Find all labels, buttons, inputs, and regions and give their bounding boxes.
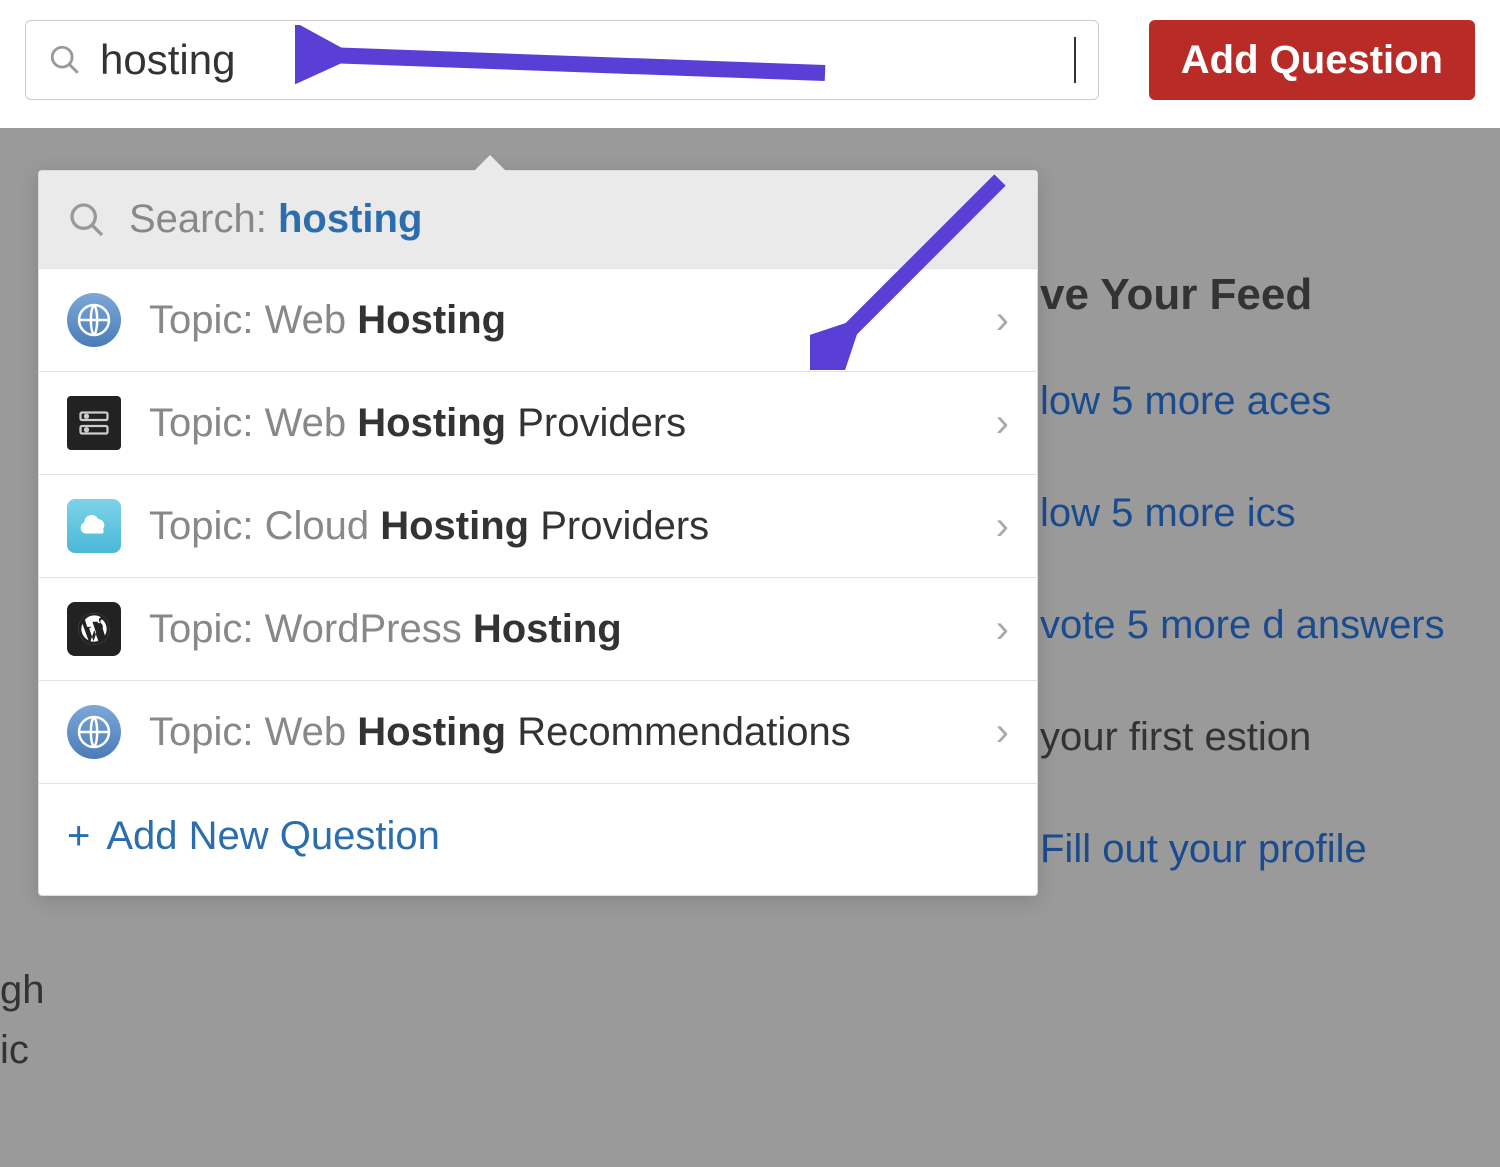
dropdown-item-label: Topic: Web Hosting Recommendations: [149, 710, 968, 755]
sidebar-item[interactable]: your first estion: [1040, 706, 1470, 768]
sidebar-item[interactable]: low 5 more ics: [1040, 482, 1470, 544]
sidebar-item[interactable]: Fill out your profile: [1040, 818, 1470, 880]
wordpress-icon: [67, 602, 121, 656]
dropdown-item-web-hosting-recommendations[interactable]: Topic: Web Hosting Recommendations ›: [39, 680, 1037, 783]
dropdown-item-label: Topic: Web Hosting Providers: [149, 401, 968, 446]
chevron-right-icon: ›: [996, 401, 1009, 446]
sidebar-item[interactable]: vote 5 more d answers: [1040, 594, 1470, 656]
dropdown-item-cloud-hosting-providers[interactable]: Topic: Cloud Hosting Providers ›: [39, 474, 1037, 577]
dropdown-search-row[interactable]: Search: hosting: [39, 171, 1037, 268]
dropdown-item-label: Topic: Cloud Hosting Providers: [149, 504, 968, 549]
left-text-fragment: gh ic: [0, 960, 45, 1080]
header-bar: hosting Add Question: [0, 0, 1500, 120]
server-icon: [67, 396, 121, 450]
search-icon: [48, 43, 82, 77]
search-input[interactable]: hosting: [100, 36, 1080, 84]
search-prefix: Search:: [129, 197, 267, 241]
chevron-right-icon: ›: [996, 710, 1009, 755]
dropdown-item-label: Topic: Web Hosting: [149, 298, 968, 343]
add-question-button[interactable]: Add Question: [1149, 20, 1475, 100]
sidebar-item[interactable]: low 5 more aces: [1040, 370, 1470, 432]
search-icon: [67, 200, 107, 240]
globe-icon: [67, 293, 121, 347]
dropdown-item-wordpress-hosting[interactable]: Topic: WordPress Hosting ›: [39, 577, 1037, 680]
add-new-question-link[interactable]: + Add New Question: [39, 783, 1037, 895]
plus-icon: +: [67, 814, 90, 859]
dropdown-item-web-hosting-providers[interactable]: Topic: Web Hosting Providers ›: [39, 371, 1037, 474]
cloud-icon: [67, 499, 121, 553]
chevron-right-icon: ›: [996, 607, 1009, 652]
search-dropdown: Search: hosting Topic: Web Hosting › Top…: [38, 170, 1038, 896]
sidebar-panel: ve Your Feed low 5 more aces low 5 more …: [1040, 260, 1470, 930]
dropdown-item-web-hosting[interactable]: Topic: Web Hosting ›: [39, 268, 1037, 371]
search-term: hosting: [278, 197, 422, 241]
add-new-question-label: Add New Question: [106, 814, 440, 859]
dropdown-item-label: Topic: WordPress Hosting: [149, 607, 968, 652]
text-cursor: [1074, 37, 1076, 83]
chevron-right-icon: ›: [996, 504, 1009, 549]
chevron-right-icon: ›: [996, 298, 1009, 343]
globe-icon: [67, 705, 121, 759]
search-box[interactable]: hosting: [25, 20, 1099, 100]
sidebar-title: ve Your Feed: [1040, 260, 1470, 320]
